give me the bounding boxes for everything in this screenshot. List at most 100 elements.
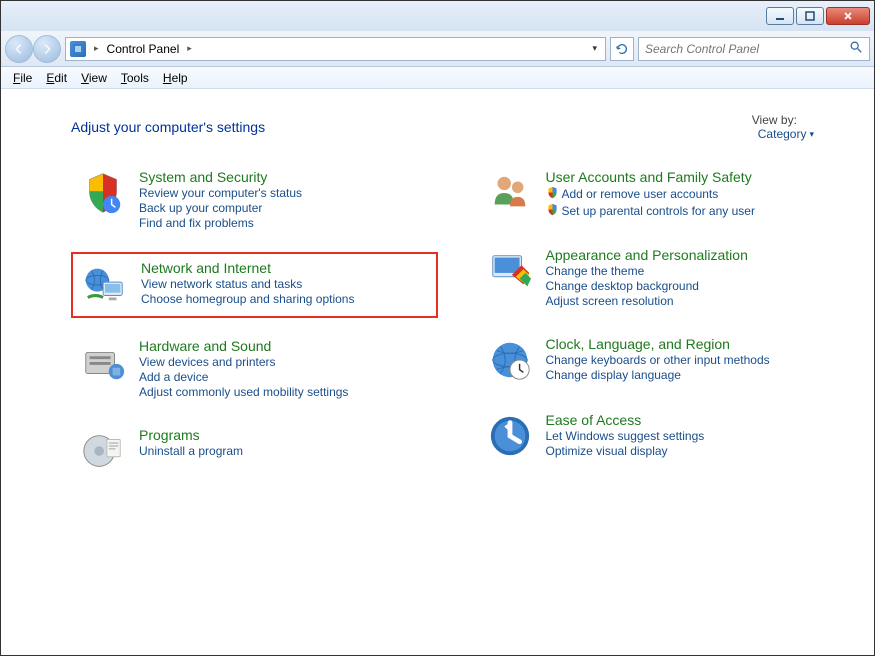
category-title-clock-language-and-region[interactable]: Clock, Language, and Region — [546, 336, 770, 352]
link-adjust-screen-resolution[interactable]: Adjust screen resolution — [546, 294, 748, 308]
breadcrumb-arrow-icon[interactable]: ▸ — [94, 43, 99, 54]
navbar: ▸ Control Panel ▸ ▾ — [1, 31, 874, 67]
search-box[interactable] — [638, 37, 870, 61]
link-optimize-visual-display[interactable]: Optimize visual display — [546, 444, 705, 458]
link-change-display-language[interactable]: Change display language — [546, 368, 770, 382]
view-by-dropdown[interactable]: Category — [758, 127, 814, 141]
link-choose-homegroup-and-sharing-options[interactable]: Choose homegroup and sharing options — [141, 292, 354, 306]
category-title-programs[interactable]: Programs — [139, 427, 243, 443]
programs-icon[interactable] — [79, 427, 127, 475]
forward-button[interactable] — [33, 35, 61, 63]
category-title-appearance-and-personalization[interactable]: Appearance and Personalization — [546, 247, 748, 263]
category-body: Appearance and PersonalizationChange the… — [546, 247, 748, 308]
category-user-accounts-and-family-safety: User Accounts and Family Safety Add or re… — [478, 163, 845, 227]
link-uninstall-a-program[interactable]: Uninstall a program — [139, 444, 243, 458]
appearance-and-personalization-icon[interactable] — [486, 247, 534, 295]
link-label: Change desktop background — [546, 279, 699, 293]
link-back-up-your-computer[interactable]: Back up your computer — [139, 201, 302, 215]
network-and-internet-icon[interactable] — [81, 260, 129, 308]
link-label: Set up parental controls for any user — [562, 204, 755, 218]
maximize-button[interactable] — [796, 7, 824, 25]
category-clock-language-and-region: Clock, Language, and RegionChange keyboa… — [478, 330, 845, 392]
address-bar[interactable]: ▸ Control Panel ▸ ▾ — [65, 37, 606, 61]
link-view-network-status-and-tasks[interactable]: View network status and tasks — [141, 277, 354, 291]
link-add-or-remove-user-accounts[interactable]: Add or remove user accounts — [546, 186, 755, 202]
category-title-ease-of-access[interactable]: Ease of Access — [546, 412, 705, 428]
link-let-windows-suggest-settings[interactable]: Let Windows suggest settings — [546, 429, 705, 443]
category-title-network-and-internet[interactable]: Network and Internet — [141, 260, 354, 276]
right-column: User Accounts and Family Safety Add or re… — [478, 163, 845, 483]
user-accounts-and-family-safety-icon[interactable] — [486, 169, 534, 217]
refresh-button[interactable] — [610, 37, 634, 61]
category-body: Hardware and SoundView devices and print… — [139, 338, 348, 399]
category-body: Network and InternetView network status … — [141, 260, 354, 308]
category-title-user-accounts-and-family-safety[interactable]: User Accounts and Family Safety — [546, 169, 755, 185]
link-label: Adjust screen resolution — [546, 294, 674, 308]
menu-file[interactable]: File — [7, 69, 38, 87]
clock-language-and-region-icon[interactable] — [486, 336, 534, 384]
left-column: System and SecurityReview your computer'… — [71, 163, 438, 483]
uac-shield-icon — [546, 186, 559, 202]
category-appearance-and-personalization: Appearance and PersonalizationChange the… — [478, 241, 845, 316]
link-adjust-commonly-used-mobility-settings[interactable]: Adjust commonly used mobility settings — [139, 385, 348, 399]
link-change-the-theme[interactable]: Change the theme — [546, 264, 748, 278]
hardware-and-sound-icon[interactable] — [79, 338, 127, 386]
category-body: Ease of AccessLet Windows suggest settin… — [546, 412, 705, 460]
ease-of-access-icon[interactable] — [486, 412, 534, 460]
link-label: Adjust commonly used mobility settings — [139, 385, 348, 399]
link-change-desktop-background[interactable]: Change desktop background — [546, 279, 748, 293]
back-button[interactable] — [5, 35, 33, 63]
link-set-up-parental-controls-for-any-user[interactable]: Set up parental controls for any user — [546, 203, 755, 219]
category-body: Clock, Language, and RegionChange keyboa… — [546, 336, 770, 384]
category-network-and-internet: Network and InternetView network status … — [71, 252, 438, 318]
category-body: System and SecurityReview your computer'… — [139, 169, 302, 230]
link-review-your-computer-s-status[interactable]: Review your computer's status — [139, 186, 302, 200]
link-label: Add a device — [139, 370, 208, 384]
link-label: Add or remove user accounts — [562, 187, 719, 201]
menubar: File Edit View Tools Help — [1, 67, 874, 89]
link-view-devices-and-printers[interactable]: View devices and printers — [139, 355, 348, 369]
menu-edit[interactable]: Edit — [40, 69, 73, 87]
link-label: Review your computer's status — [139, 186, 302, 200]
category-system-and-security: System and SecurityReview your computer'… — [71, 163, 438, 238]
system-and-security-icon[interactable] — [79, 169, 127, 217]
category-body: ProgramsUninstall a program — [139, 427, 243, 475]
category-title-hardware-and-sound[interactable]: Hardware and Sound — [139, 338, 348, 354]
link-label: Find and fix problems — [139, 216, 254, 230]
link-label: Change the theme — [546, 264, 645, 278]
link-label: Choose homegroup and sharing options — [141, 292, 354, 306]
link-label: View network status and tasks — [141, 277, 302, 291]
category-hardware-and-sound: Hardware and SoundView devices and print… — [71, 332, 438, 407]
control-panel-icon — [70, 41, 86, 57]
link-add-a-device[interactable]: Add a device — [139, 370, 348, 384]
titlebar — [1, 1, 874, 31]
link-label: Change keyboards or other input methods — [546, 353, 770, 367]
link-find-and-fix-problems[interactable]: Find and fix problems — [139, 216, 302, 230]
view-by: View by: Category — [752, 113, 814, 141]
uac-shield-icon — [546, 203, 559, 219]
link-label: Change display language — [546, 368, 681, 382]
page-title: Adjust your computer's settings — [71, 119, 265, 135]
address-dropdown-icon[interactable]: ▾ — [588, 43, 601, 54]
search-input[interactable] — [645, 42, 849, 56]
content-area: Adjust your computer's settings View by:… — [1, 89, 874, 493]
link-label: View devices and printers — [139, 355, 276, 369]
menu-tools[interactable]: Tools — [115, 69, 155, 87]
link-label: Optimize visual display — [546, 444, 668, 458]
menu-view[interactable]: View — [75, 69, 113, 87]
menu-help[interactable]: Help — [157, 69, 194, 87]
category-body: User Accounts and Family Safety Add or re… — [546, 169, 755, 219]
minimize-button[interactable] — [766, 7, 794, 25]
view-by-label: View by: — [752, 113, 797, 127]
breadcrumb-arrow-icon[interactable]: ▸ — [187, 43, 192, 54]
close-button[interactable] — [826, 7, 870, 25]
category-programs: ProgramsUninstall a program — [71, 421, 438, 483]
link-label: Uninstall a program — [139, 444, 243, 458]
link-label: Let Windows suggest settings — [546, 429, 705, 443]
search-icon[interactable] — [849, 40, 863, 57]
category-title-system-and-security[interactable]: System and Security — [139, 169, 302, 185]
link-label: Back up your computer — [139, 201, 262, 215]
category-ease-of-access: Ease of AccessLet Windows suggest settin… — [478, 406, 845, 468]
link-change-keyboards-or-other-input-methods[interactable]: Change keyboards or other input methods — [546, 353, 770, 367]
breadcrumb-control-panel[interactable]: Control Panel — [107, 42, 180, 56]
